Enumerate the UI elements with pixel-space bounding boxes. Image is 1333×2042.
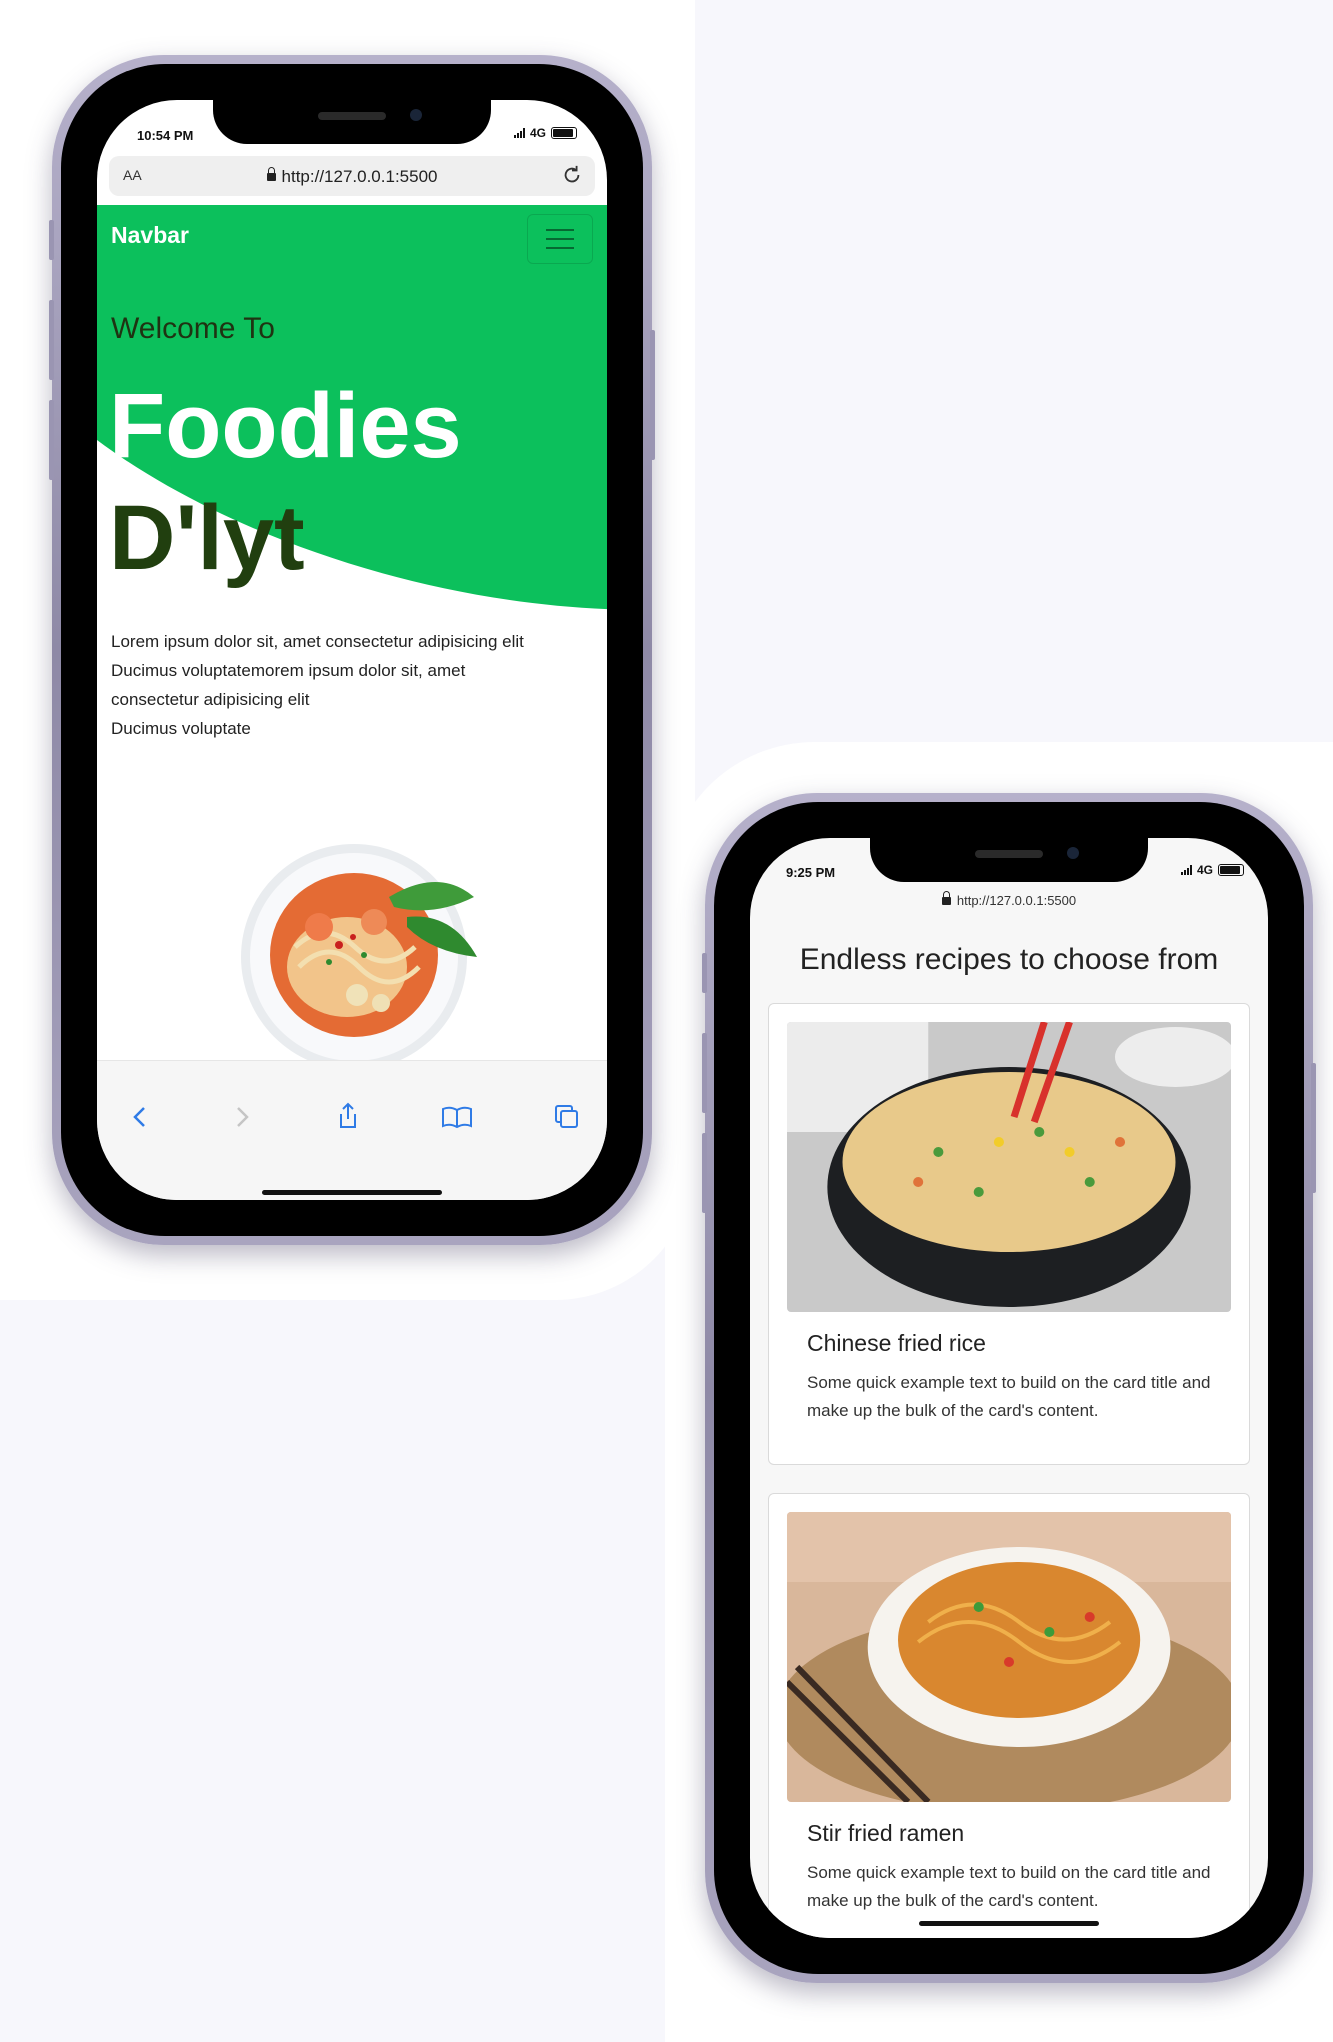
volume-down-button bbox=[49, 400, 54, 480]
url-display[interactable]: http://127.0.0.1:5500 bbox=[750, 890, 1268, 908]
phone-mockup-home: 10:54 PM 4G AA http://127.0.0.1:5500 Nav… bbox=[49, 55, 655, 1245]
status-time: 10:54 PM bbox=[137, 128, 194, 143]
lock-icon bbox=[941, 890, 951, 905]
section-heading: Endless recipes to choose from bbox=[799, 943, 1219, 976]
battery-icon bbox=[551, 127, 577, 139]
address-bar[interactable]: AA http://127.0.0.1:5500 bbox=[109, 156, 595, 196]
mute-switch bbox=[49, 220, 54, 260]
signal-icon bbox=[1180, 865, 1192, 875]
home-indicator[interactable] bbox=[262, 1190, 442, 1195]
bookmarks-icon[interactable] bbox=[437, 1097, 477, 1137]
description-line: consectetur adipisicing elit bbox=[111, 690, 310, 709]
hero-title-line2: D'lyt bbox=[109, 487, 305, 589]
recipe-card[interactable]: Chinese fried rice Some quick example te… bbox=[768, 1003, 1250, 1465]
phone-mockup-recipes: 9:25 PM 4G http://127.0.0.1:5500 Endless… bbox=[702, 793, 1316, 1983]
mute-switch bbox=[702, 953, 707, 993]
card-title: Chinese fried rice bbox=[807, 1330, 986, 1356]
noodle-bowl-image bbox=[241, 844, 477, 1070]
phone-screen: 10:54 PM 4G AA http://127.0.0.1:5500 Nav… bbox=[97, 100, 607, 1200]
volume-up-button bbox=[702, 1033, 707, 1113]
description-line: Lorem ipsum dolor sit, amet consectetur … bbox=[111, 632, 524, 651]
volume-down-button bbox=[702, 1133, 707, 1213]
forward-icon[interactable] bbox=[221, 1097, 261, 1137]
battery-icon bbox=[1218, 864, 1244, 876]
ramen-image bbox=[787, 1512, 1231, 1802]
back-icon[interactable] bbox=[121, 1097, 161, 1137]
power-button bbox=[650, 330, 655, 460]
phone-bezel: 10:54 PM 4G AA http://127.0.0.1:5500 Nav… bbox=[61, 64, 643, 1236]
hero-title-line1: Foodies bbox=[109, 375, 462, 477]
phone-bezel: 9:25 PM 4G http://127.0.0.1:5500 Endless… bbox=[714, 802, 1304, 1974]
url-display[interactable]: http://127.0.0.1:5500 bbox=[109, 166, 595, 187]
navbar-toggler-button[interactable] bbox=[527, 214, 593, 264]
status-indicators: 4G bbox=[1180, 863, 1244, 877]
notch bbox=[213, 100, 491, 144]
description-line: Ducimus voluptatemorem ipsum dolor sit, … bbox=[111, 661, 466, 680]
recipe-card[interactable]: Stir fried ramen Some quick example text… bbox=[768, 1493, 1250, 1938]
browser-toolbar bbox=[97, 1060, 607, 1200]
lock-icon bbox=[266, 166, 276, 181]
network-label: 4G bbox=[1196, 863, 1213, 877]
status-time: 9:25 PM bbox=[786, 865, 836, 880]
notch bbox=[870, 838, 1148, 882]
volume-up-button bbox=[49, 300, 54, 380]
description-line: Ducimus voluptate bbox=[111, 719, 251, 738]
network-label: 4G bbox=[529, 126, 546, 140]
hero-description: Lorem ipsum dolor sit, amet consectetur … bbox=[111, 627, 601, 743]
phone-screen: 9:25 PM 4G http://127.0.0.1:5500 Endless… bbox=[750, 838, 1268, 1938]
fried-rice-image bbox=[787, 1022, 1231, 1312]
card-title: Stir fried ramen bbox=[807, 1820, 965, 1846]
power-button bbox=[1311, 1063, 1316, 1193]
welcome-text: Welcome To bbox=[111, 312, 275, 345]
hamburger-icon bbox=[546, 229, 574, 231]
tabs-icon[interactable] bbox=[547, 1097, 587, 1137]
home-indicator[interactable] bbox=[919, 1921, 1099, 1926]
status-indicators: 4G bbox=[513, 126, 577, 140]
navbar-brand[interactable]: Navbar bbox=[111, 222, 189, 249]
card-text: Some quick example text to build on the … bbox=[807, 1373, 1211, 1420]
signal-icon bbox=[513, 128, 525, 138]
share-icon[interactable] bbox=[328, 1097, 368, 1137]
reload-icon[interactable] bbox=[561, 164, 583, 186]
card-text: Some quick example text to build on the … bbox=[807, 1863, 1211, 1910]
